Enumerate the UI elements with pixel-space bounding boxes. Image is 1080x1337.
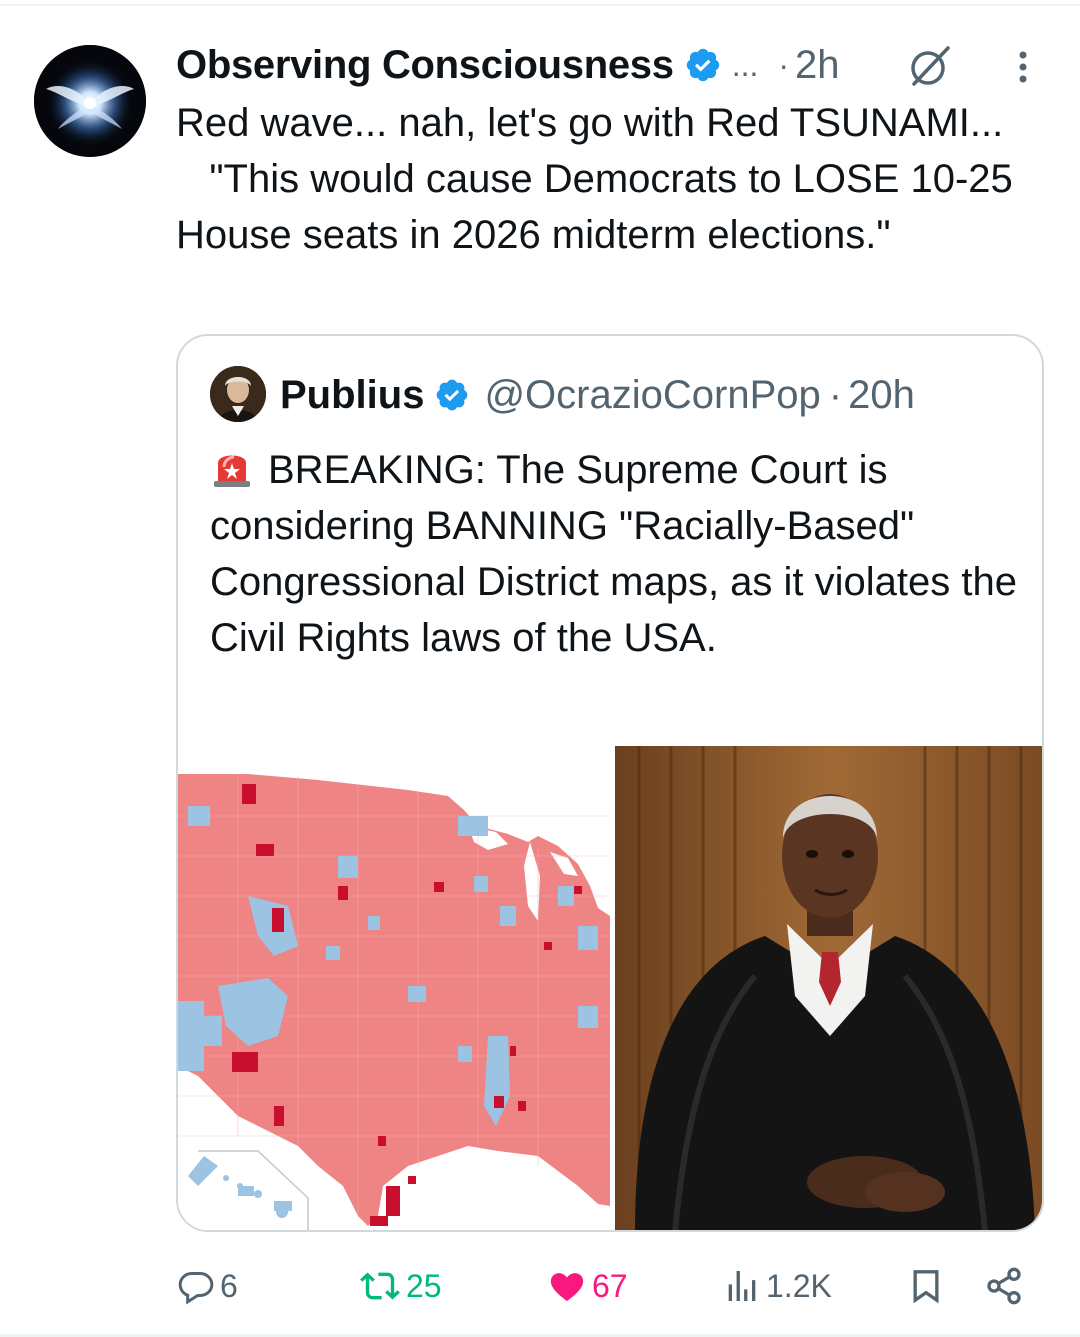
top-divider [0, 4, 1080, 6]
quoted-post-body: BREAKING: The Supreme Court is consideri… [210, 448, 1029, 660]
share-icon [987, 1267, 1021, 1305]
verified-badge-icon [434, 377, 470, 413]
post-text: Red wave... nah, let's go with Red TSUNA… [176, 101, 1013, 257]
action-bar: 6 25 67 1.2K [0, 1258, 1080, 1314]
more-vertical-icon[interactable] [1008, 50, 1038, 88]
reply-count: 6 [220, 1267, 238, 1304]
share-button[interactable] [984, 1258, 1024, 1314]
post-time[interactable]: 2h [795, 43, 840, 88]
time-separator: · [778, 46, 790, 83]
quoted-author-avatar[interactable] [210, 366, 266, 422]
bookmark-button[interactable] [906, 1258, 946, 1314]
view-count: 1.2K [766, 1267, 832, 1304]
quoted-author-handle[interactable]: @OcrazioCornPop [484, 373, 820, 418]
quoted-post-time: 20h [848, 372, 915, 417]
time-separator: · [828, 372, 843, 417]
quoted-post-card[interactable]: Publius @OcrazioCornPop · 20h BREAKING: … [176, 334, 1044, 1232]
views-button[interactable]: 1.2K [722, 1258, 832, 1314]
like-count: 67 [592, 1267, 628, 1304]
quoted-post-header: Publius @OcrazioCornPop · 20h [280, 369, 915, 421]
views-icon [728, 1271, 756, 1301]
quoted-author-name[interactable]: Publius [280, 373, 424, 418]
heart-icon [550, 1273, 584, 1301]
author-name[interactable]: Observing Consciousness [176, 43, 674, 88]
siren-icon [210, 445, 254, 489]
repost-count: 25 [406, 1267, 442, 1304]
name-truncation: ... [731, 46, 759, 83]
repost-icon [360, 1272, 400, 1300]
like-button[interactable]: 67 [546, 1258, 628, 1314]
reply-icon [178, 1272, 214, 1305]
grok-icon[interactable] [906, 44, 954, 88]
reply-button[interactable]: 6 [176, 1258, 238, 1314]
verified-badge-icon [684, 46, 722, 84]
repost-button[interactable]: 25 [358, 1258, 442, 1314]
bookmark-icon [913, 1270, 939, 1304]
post-header: Observing Consciousness ... · 2h [176, 40, 840, 90]
author-avatar[interactable] [34, 45, 146, 157]
quoted-post-text: BREAKING: The Supreme Court is consideri… [210, 442, 1030, 666]
justice-portrait-image[interactable] [615, 746, 1042, 1230]
us-county-election-map-image[interactable] [178, 746, 610, 1230]
